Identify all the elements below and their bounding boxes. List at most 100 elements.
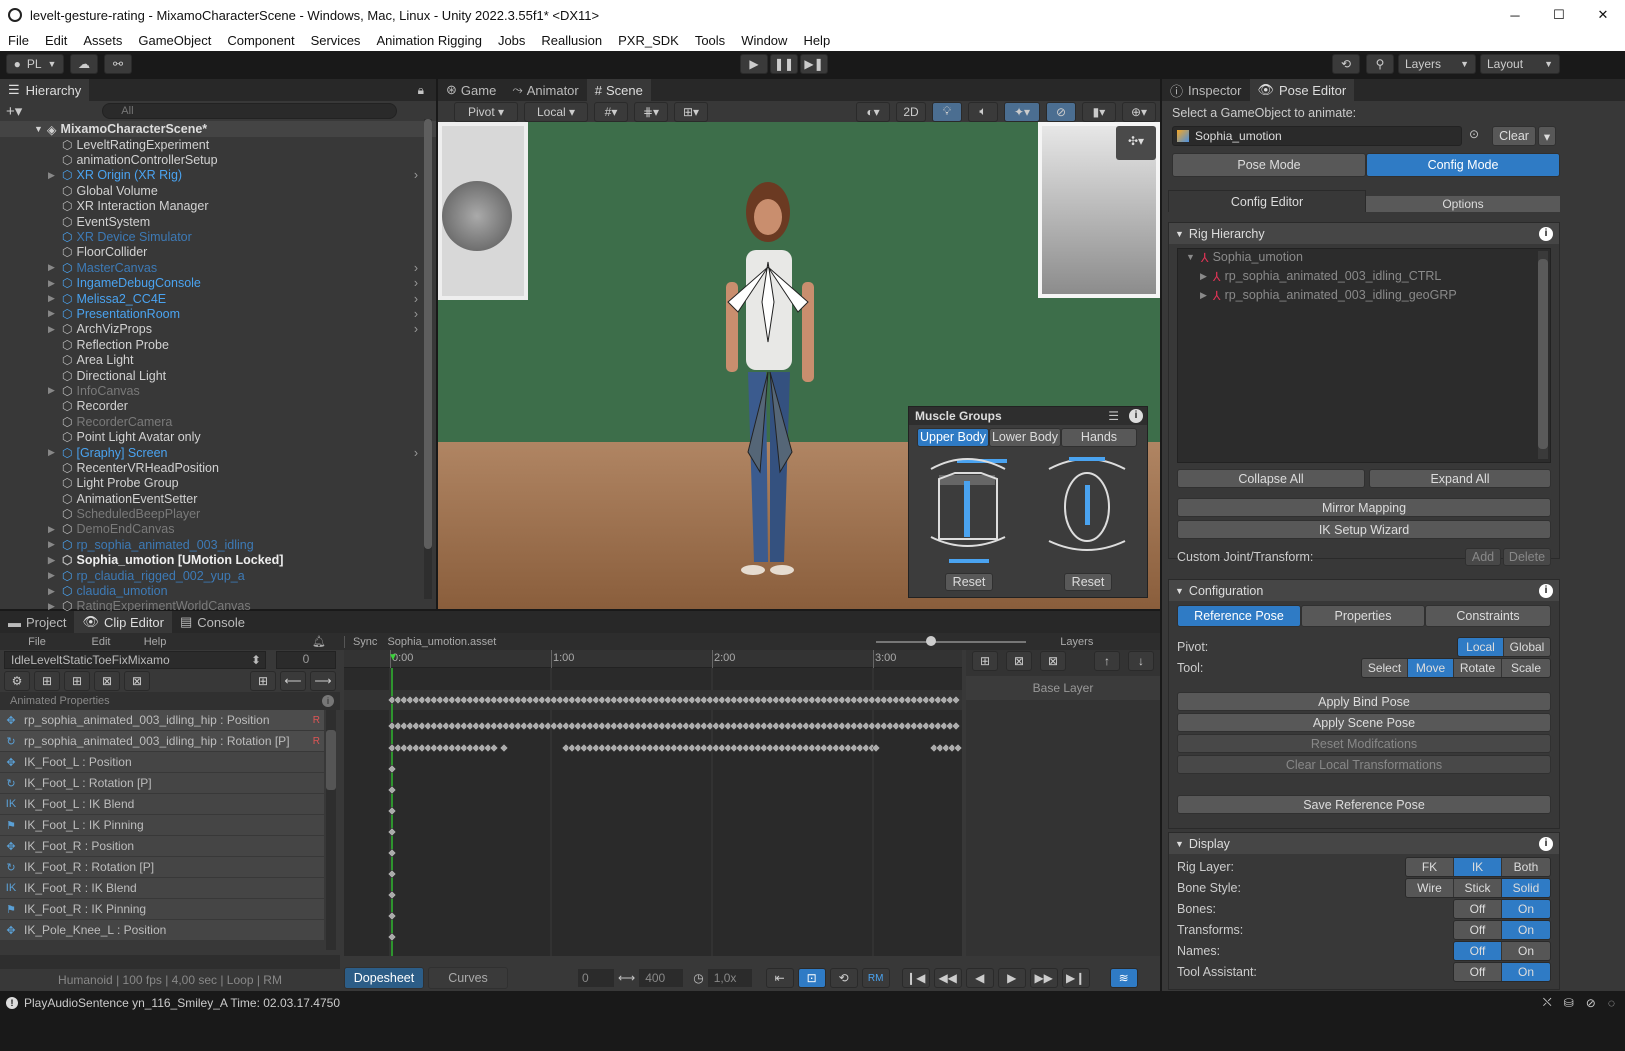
menu-help[interactable]: Help — [795, 33, 838, 48]
audio-icon[interactable]: 🔈︎ — [968, 101, 998, 122]
tool-move-button[interactable]: Move — [1408, 659, 1454, 677]
keyframe-dopesheet[interactable] — [344, 668, 963, 956]
collapse-all-button[interactable]: Collapse All — [1177, 469, 1365, 488]
progress-icon[interactable]: ◌ — [1608, 996, 1615, 1010]
hidden-icon[interactable]: ⊘ — [1046, 101, 1076, 122]
pose-mode-button[interactable]: Pose Mode — [1172, 153, 1366, 177]
menu-tools[interactable]: Tools — [687, 33, 733, 48]
clear-local-transformations-button[interactable]: Clear Local Transformations — [1177, 755, 1551, 774]
animated-property-row[interactable]: IK IK_Foot_L : IK Blend — [0, 794, 324, 815]
animated-property-row[interactable]: ⚑ IK_Foot_L : IK Pinning — [0, 815, 324, 836]
chevron-right-icon[interactable]: › — [414, 261, 418, 275]
reset-modifications-button[interactable]: Reset Modifcations — [1177, 734, 1551, 753]
animated-property-row[interactable]: ✥ IK_Foot_L : Position — [0, 752, 324, 773]
info-icon[interactable]: i — [1539, 583, 1553, 598]
hierarchy-item[interactable]: ⬡ Directional Light — [0, 368, 436, 383]
expand-arrow-icon[interactable]: ▶ — [48, 539, 55, 550]
hierarchy-item[interactable]: ⬡ FloorCollider — [0, 245, 436, 260]
menu-jobs[interactable]: Jobs — [490, 33, 533, 48]
hierarchy-item[interactable]: ⬡ Area Light — [0, 352, 436, 367]
tab-game[interactable]: ⊛ Game — [438, 79, 504, 101]
record-icon[interactable]: ⊡ — [797, 968, 826, 988]
menu-gameobject[interactable]: GameObject — [130, 33, 219, 48]
delete-clip-icon[interactable]: ⊠ — [94, 671, 120, 691]
chevron-right-icon[interactable]: › — [414, 322, 418, 336]
prev-key-icon[interactable]: ◀◀ — [933, 968, 962, 988]
cloud-icon[interactable]: ☁ — [70, 54, 98, 74]
delete-layer-icon[interactable]: ⊠ — [1040, 651, 1066, 671]
hierarchy-item[interactable]: ▶ ⬡ InfoCanvas — [0, 383, 436, 398]
chevron-right-icon[interactable]: › — [414, 446, 418, 460]
debug-icon[interactable]: ⛌ — [1543, 995, 1552, 1010]
animated-property-row[interactable]: ↻ rp_sophia_animated_003_idling_hip : Rot… — [0, 731, 324, 752]
cache-icon[interactable]: ⛁ — [1564, 996, 1574, 1010]
tool-scale-button[interactable]: Scale — [1502, 659, 1550, 677]
zoom-slider[interactable] — [876, 635, 1027, 646]
step-button[interactable]: ▶❚ — [800, 54, 828, 74]
display-option-button[interactable]: Stick — [1454, 878, 1502, 897]
pivot-dropdown[interactable]: Pivot ▾ — [454, 101, 518, 122]
hierarchy-item[interactable]: ⬡ RecorderCamera — [0, 414, 436, 429]
expand-arrow-icon[interactable]: ▶ — [48, 570, 55, 581]
help-menu[interactable]: Help — [128, 636, 182, 648]
settings-icon[interactable]: ⚙ — [4, 671, 30, 691]
config-mode-button[interactable]: Config Mode — [1366, 153, 1560, 177]
hierarchy-scrollbar[interactable] — [424, 119, 432, 599]
hierarchy-item[interactable]: ⬡ Global Volume — [0, 183, 436, 198]
last-frame-icon[interactable]: ▶❙ — [1061, 968, 1090, 988]
pause-button[interactable]: ❚❚ — [770, 54, 798, 74]
hierarchy-item[interactable]: ▶ ⬡ MasterCanvas › — [0, 260, 436, 275]
curves-tab[interactable]: Curves — [428, 967, 508, 989]
playhead-marker[interactable]: ▼ — [388, 652, 398, 663]
hierarchy-item[interactable]: ⬡ EventSystem — [0, 214, 436, 229]
display-option-button[interactable]: On — [1502, 941, 1550, 960]
upper-body-reset-button[interactable]: Reset — [945, 573, 993, 591]
dopesheet-tab[interactable]: Dopesheet — [344, 967, 424, 989]
scene-root-row[interactable]: ▼ ◈ MixamoCharacterScene* — [0, 121, 436, 137]
end-frame-field[interactable]: 400 — [639, 969, 684, 987]
expand-all-button[interactable]: Expand All — [1369, 469, 1551, 488]
timeline[interactable]: 0:00 1:00 2:00 3:00 ▼ — [344, 650, 963, 956]
menu-window[interactable]: Window — [733, 33, 795, 48]
effects-icon[interactable]: ✦▾ — [1004, 101, 1040, 122]
lighting-icon[interactable]: 💡︎ — [932, 101, 962, 122]
delete-joint-button[interactable]: Delete — [1503, 548, 1551, 566]
hierarchy-item[interactable]: ▶ ⬡ [Graphy] Screen › — [0, 445, 436, 460]
menu-component[interactable]: Component — [219, 33, 302, 48]
network-icon[interactable]: ⊘ — [1586, 996, 1596, 1010]
layers-toggle-icon[interactable]: ≋ — [1109, 968, 1138, 988]
prev-frame-icon[interactable]: ◀ — [965, 968, 994, 988]
frame-field[interactable]: 0 — [276, 651, 336, 669]
hierarchy-item[interactable]: ⬡ Reflection Probe — [0, 337, 436, 352]
base-layer-row[interactable]: Base Layer — [966, 676, 1160, 700]
hierarchy-search-input[interactable]: All — [102, 103, 398, 119]
rig-item-geo[interactable]: ▶ ⅄ rp_sophia_animated_003_idling_geoGRP — [1178, 287, 1550, 303]
speed-field[interactable]: 1,0x — [707, 969, 752, 987]
expand-arrow-icon[interactable]: ▶ — [48, 586, 55, 597]
info-icon[interactable]: i — [1129, 409, 1143, 423]
menu-reallusion[interactable]: Reallusion — [533, 33, 610, 48]
animated-property-row[interactable]: IK IK_Foot_R : IK Blend — [0, 878, 324, 899]
orientation-gizmo[interactable]: ✣▾ — [1116, 126, 1156, 160]
tab-constraints[interactable]: Constraints — [1425, 605, 1551, 627]
gizmos-icon[interactable]: ⊕▾ — [1122, 101, 1156, 122]
menu-pxr-sdk[interactable]: PXR_SDK — [610, 33, 687, 48]
hierarchy-item[interactable]: ⬡ XR Interaction Manager — [0, 199, 436, 214]
tab-hierarchy[interactable]: ☰ Hierarchy — [0, 79, 90, 101]
arrow-left-icon[interactable]: ⟵ — [280, 671, 306, 691]
sync-toggle[interactable]: Sync — [343, 635, 377, 648]
menu-file[interactable]: File — [0, 33, 37, 48]
animated-property-row[interactable]: ✥ IK_Foot_R : Position — [0, 836, 324, 857]
display-option-button[interactable]: IK — [1454, 857, 1502, 876]
display-option-button[interactable]: FK — [1406, 857, 1454, 876]
muscle-sliders-diagram[interactable] — [909, 449, 1149, 569]
tab-pose-editor[interactable]: 👁︎ Pose Editor — [1249, 79, 1355, 101]
loop-icon[interactable]: ⟲ — [829, 968, 858, 988]
pivot-local-button[interactable]: Local — [1458, 638, 1504, 656]
configuration-header[interactable]: ▼ Configuration i — [1169, 580, 1559, 601]
start-frame-field[interactable]: 0 — [578, 969, 614, 987]
chevron-right-icon[interactable]: › — [414, 168, 418, 182]
animated-property-row[interactable]: ⚑ IK_Foot_R : IK Pinning — [0, 899, 324, 920]
tab-lower-body[interactable]: Lower Body — [989, 427, 1061, 447]
minimize-button[interactable]: ─ — [1493, 8, 1537, 23]
